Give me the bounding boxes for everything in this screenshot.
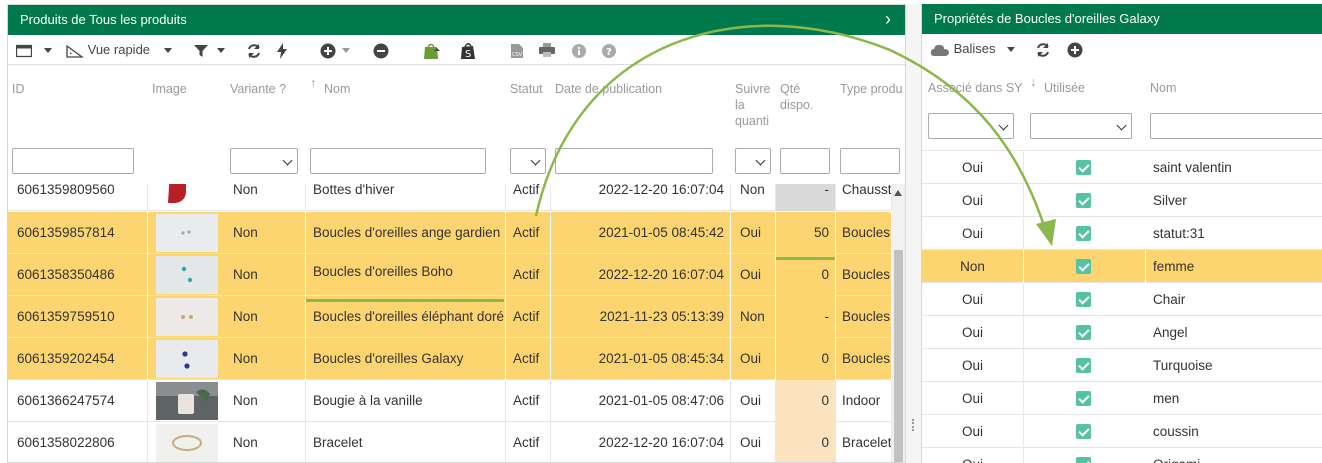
table-row[interactable]: 6061358350486 Non Boucles d'oreilles Boh… <box>8 254 892 296</box>
used-checkbox[interactable] <box>1076 424 1091 439</box>
ruler-icon <box>66 44 84 58</box>
annotation-underline <box>776 257 835 260</box>
list-item[interactable]: Oui Chair <box>922 283 1322 316</box>
col-header-associated[interactable]: Associé dans SY <box>928 80 1023 96</box>
shopify-sync-icon[interactable] <box>422 35 442 65</box>
annotation-underline <box>306 299 504 302</box>
product-thumbnail <box>156 214 218 252</box>
used-checkbox[interactable] <box>1076 457 1091 463</box>
list-item[interactable]: Oui Turquoise <box>922 349 1322 382</box>
properties-toolbar: Balises <box>922 34 1322 64</box>
product-thumbnail <box>156 298 218 336</box>
table-row[interactable]: 6061358022806 Non Bracelet Actif 2022-12… <box>8 422 892 462</box>
used-checkbox[interactable] <box>1076 259 1091 274</box>
help-icon[interactable]: ? <box>602 35 616 65</box>
filter-icon[interactable] <box>194 35 225 65</box>
filter-date-input[interactable] <box>555 148 713 174</box>
chevron-right-icon[interactable]: › <box>885 5 891 33</box>
remove-icon[interactable] <box>373 35 389 65</box>
list-item[interactable]: Oui saint valentin <box>922 151 1322 184</box>
table-row[interactable]: 6061359202454 Non Boucles d'oreilles Gal… <box>8 338 892 380</box>
col-header-variant[interactable]: Variante ? <box>230 81 286 97</box>
scroll-up-icon[interactable] <box>894 190 902 196</box>
col-header-status[interactable]: Statut <box>510 81 543 97</box>
add-icon[interactable] <box>1067 34 1083 64</box>
col-header-type[interactable]: Type produ <box>840 81 903 97</box>
used-checkbox[interactable] <box>1076 292 1091 307</box>
products-toolbar: Vue rapide S CSV ? <box>8 35 905 65</box>
used-checkbox[interactable] <box>1076 160 1091 175</box>
filter-status-select[interactable] <box>510 148 546 174</box>
add-icon[interactable] <box>320 35 336 65</box>
col-header-track-qty[interactable]: Suivre la quanti <box>735 81 770 129</box>
table-row[interactable]: 6061359809560 Non Bottes d'hiver Actif 2… <box>8 184 892 211</box>
table-row[interactable]: 6061359759510 Non Boucles d'oreilles élé… <box>8 296 892 338</box>
filter-variant-select[interactable] <box>230 148 298 174</box>
filter-id-input[interactable] <box>12 148 134 174</box>
properties-panel-title: Propriétés de Boucles d'oreilles Galaxy <box>922 4 1322 34</box>
shopify-icon[interactable]: S <box>460 35 476 65</box>
layout-icon[interactable] <box>16 35 32 65</box>
list-item[interactable]: Oui Silver <box>922 184 1322 217</box>
col-header-name[interactable]: Nom <box>1150 80 1176 96</box>
add-dropdown[interactable] <box>342 35 350 65</box>
filter-name-input[interactable] <box>310 148 486 174</box>
col-header-used[interactable]: Utilisée <box>1044 80 1085 96</box>
refresh-icon[interactable] <box>1035 34 1051 64</box>
table-row[interactable]: 6061366247574 Non Bougie à la vanille Ac… <box>8 380 892 422</box>
svg-text:S: S <box>465 49 471 60</box>
scrollbar-thumb[interactable] <box>894 250 903 462</box>
sort-up-icon: ↑ <box>310 76 317 90</box>
products-panel-title: Produits de Tous les produits › <box>8 5 905 35</box>
list-item[interactable]: Oui Angel <box>922 316 1322 349</box>
csv-icon[interactable]: CSV <box>510 35 524 65</box>
filter-name-input[interactable] <box>1150 113 1322 139</box>
svg-text:CSV: CSV <box>512 52 523 58</box>
svg-text:?: ? <box>606 47 612 58</box>
cloud-icon <box>930 44 949 56</box>
used-checkbox[interactable] <box>1076 391 1091 406</box>
col-header-id[interactable]: ID <box>12 81 25 97</box>
products-scrollbar[interactable] <box>892 184 905 462</box>
list-item[interactable]: Oui coussin <box>922 415 1322 448</box>
used-checkbox[interactable] <box>1076 193 1091 208</box>
product-thumbnail <box>156 256 218 294</box>
print-icon[interactable] <box>539 35 555 65</box>
product-thumbnail <box>156 184 218 209</box>
list-item[interactable]: Oui men <box>922 382 1322 415</box>
table-row[interactable]: 6061359857814 Non Boucles d'oreilles ang… <box>8 212 892 254</box>
filter-qty-input[interactable] <box>780 148 830 174</box>
products-grid: 6061359809560 Non Bottes d'hiver Actif 2… <box>8 184 892 462</box>
refresh-icon[interactable] <box>246 35 262 65</box>
product-thumbnail <box>156 382 218 420</box>
products-panel: Produits de Tous les produits › Vue rapi… <box>7 4 906 463</box>
used-checkbox[interactable] <box>1076 358 1091 373</box>
quick-view-button[interactable]: Vue rapide <box>66 35 172 65</box>
col-header-qty[interactable]: Qté dispo. <box>780 81 813 113</box>
tags-button[interactable]: Balises <box>930 34 1016 64</box>
filter-track-select[interactable] <box>735 148 771 174</box>
col-header-image[interactable]: Image <box>152 81 187 97</box>
product-thumbnail <box>156 424 218 462</box>
filter-type-input[interactable] <box>840 148 900 174</box>
pane-splitter[interactable] <box>906 4 921 463</box>
list-item[interactable]: Oui statut:31 <box>922 217 1322 250</box>
lightning-icon[interactable] <box>276 35 288 65</box>
used-checkbox[interactable] <box>1076 325 1091 340</box>
list-item[interactable]: Non femme <box>922 250 1322 283</box>
col-header-pub-date[interactable]: Date de publication <box>555 81 662 97</box>
filter-used-select[interactable] <box>1030 113 1132 139</box>
filter-associated-select[interactable] <box>928 113 1014 139</box>
col-header-name[interactable]: Nom <box>324 81 350 97</box>
product-thumbnail <box>156 340 218 378</box>
layout-dropdown[interactable] <box>44 35 52 65</box>
used-checkbox[interactable] <box>1076 226 1091 241</box>
properties-grid: Oui saint valentin Oui Silver Oui statut… <box>922 150 1322 463</box>
list-item[interactable]: Oui Origami <box>922 448 1322 463</box>
properties-panel: Propriétés de Boucles d'oreilles Galaxy … <box>921 4 1322 463</box>
sort-down-icon: ↓ <box>1030 75 1037 89</box>
info-icon[interactable] <box>572 35 586 65</box>
